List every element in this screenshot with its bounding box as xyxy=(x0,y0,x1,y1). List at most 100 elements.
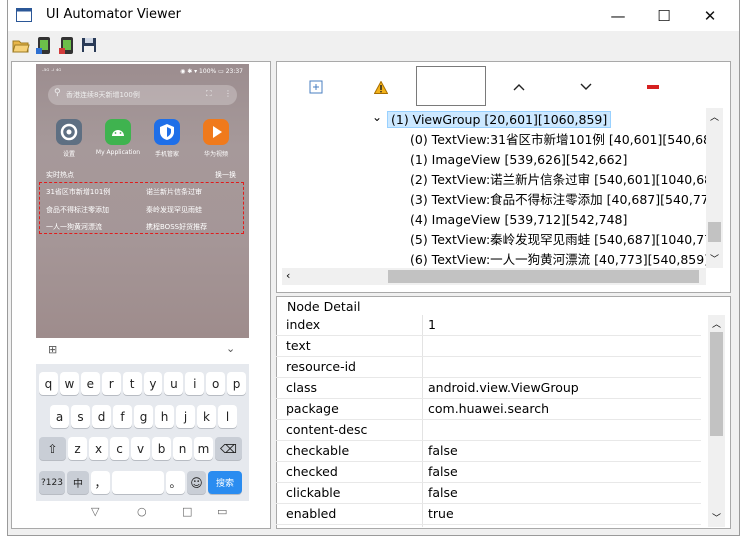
minimize-button[interactable]: — xyxy=(595,0,641,31)
key[interactable]: k xyxy=(197,405,216,428)
key[interactable]: b xyxy=(152,437,171,460)
backspace-key[interactable]: ⌫ xyxy=(215,437,242,460)
tree-node[interactable]: (6) TextView:一人一狗黄河漂流 [40,773][540,859] xyxy=(410,250,706,268)
tree-vertical-scrollbar[interactable]: ︿ ﹀ xyxy=(706,108,723,268)
key[interactable]: y xyxy=(143,372,163,395)
save-icon[interactable] xyxy=(81,37,97,53)
search-key[interactable]: 搜索 xyxy=(208,471,242,494)
grid-menu-icon[interactable]: ⊞ xyxy=(48,343,57,356)
hot-topic-item[interactable]: 携程BOSS好货推荐 xyxy=(146,222,207,232)
key[interactable]: d xyxy=(92,405,111,428)
tree-node-selected[interactable]: (1) ViewGroup [20,601][1060,859] xyxy=(387,110,612,130)
hot-topics-refresh[interactable]: 换一换 xyxy=(215,170,236,180)
key[interactable]: s xyxy=(71,405,90,428)
key[interactable]: j xyxy=(176,405,195,428)
hot-topic-item[interactable]: 诺兰新片信条过审 xyxy=(146,187,202,197)
detail-row[interactable]: class android.view.ViewGroup xyxy=(276,378,701,399)
tree-node[interactable]: (3) TextView:食品不得标注零添加 [40,687][540,773] xyxy=(410,190,706,210)
scroll-up-icon[interactable]: ︿ xyxy=(710,110,719,123)
detail-row[interactable]: clickable false xyxy=(276,483,701,504)
expand-all-icon[interactable] xyxy=(304,75,328,99)
scroll-down-icon[interactable]: ﹀ xyxy=(710,252,719,265)
key[interactable]: m xyxy=(194,437,213,460)
scroll-left-icon[interactable]: ‹ xyxy=(286,269,290,282)
scroll-thumb[interactable] xyxy=(708,222,721,242)
detail-row[interactable]: text xyxy=(276,336,701,357)
nav-back-icon[interactable]: ▽ xyxy=(91,505,99,518)
key[interactable]: g xyxy=(134,405,153,428)
numeric-key[interactable]: ?123 xyxy=(39,471,65,494)
nav-home-icon[interactable]: ○ xyxy=(137,505,147,518)
search-bar[interactable]: ⚲ 香港连续8天新增100例 ⛶ ⋮ xyxy=(48,85,237,105)
my-application-icon[interactable] xyxy=(105,119,131,145)
key[interactable]: c xyxy=(110,437,129,460)
period-key[interactable]: 。 xyxy=(166,471,185,494)
device-screenshot-compressed-icon[interactable] xyxy=(58,36,76,55)
maximize-button[interactable]: ☐ xyxy=(641,0,687,31)
more-icon[interactable]: ⋮ xyxy=(224,89,232,98)
detail-row[interactable]: index 1 xyxy=(276,315,701,336)
language-key[interactable]: 中 xyxy=(67,471,89,494)
key[interactable]: e xyxy=(80,372,100,395)
key[interactable]: t xyxy=(122,372,142,395)
key[interactable]: x xyxy=(89,437,108,460)
remove-icon[interactable] xyxy=(641,75,665,99)
scroll-thumb[interactable] xyxy=(710,332,723,436)
key[interactable]: z xyxy=(68,437,87,460)
tree-node[interactable]: (5) TextView:秦岭发现罕见雨蛙 [540,687][1040,773… xyxy=(410,230,706,250)
scroll-thumb[interactable] xyxy=(388,270,699,283)
tree-node[interactable]: (4) ImageView [539,712][542,748] xyxy=(410,210,627,230)
huawei-video-icon[interactable] xyxy=(203,119,229,145)
key[interactable]: v xyxy=(131,437,150,460)
tree-node[interactable]: (1) ImageView [539,626][542,662] xyxy=(410,150,627,170)
shift-key[interactable]: ⇧ xyxy=(39,437,66,460)
warning-icon[interactable] xyxy=(369,75,393,99)
tree-node[interactable]: (0) TextView:31省区市新增101例 [40,601][540,68… xyxy=(410,130,706,150)
key[interactable]: p xyxy=(227,372,247,395)
key[interactable]: i xyxy=(185,372,205,395)
key[interactable]: n xyxy=(173,437,192,460)
key[interactable]: u xyxy=(164,372,184,395)
settings-app-icon[interactable] xyxy=(56,119,82,145)
device-screenshot-icon[interactable] xyxy=(35,36,53,55)
hot-topic-item[interactable]: 秦岭发现罕见雨蛙 xyxy=(146,205,202,215)
detail-row[interactable]: content-desc xyxy=(276,420,701,441)
hot-topic-item[interactable]: 食品不得标注零添加 xyxy=(46,205,109,215)
detail-row[interactable]: checked false xyxy=(276,462,701,483)
move-up-icon[interactable] xyxy=(507,75,531,99)
comma-key[interactable]: ， xyxy=(91,471,110,494)
detail-row[interactable]: checkable false xyxy=(276,441,701,462)
nav-keyboard-icon[interactable]: ▭ xyxy=(217,505,227,518)
space-key[interactable] xyxy=(112,471,164,494)
scroll-up-icon[interactable]: ︿ xyxy=(712,317,721,330)
toggle-layout-box[interactable] xyxy=(416,66,486,106)
key[interactable]: o xyxy=(206,372,226,395)
key[interactable]: h xyxy=(155,405,174,428)
phone-manager-icon[interactable] xyxy=(154,119,180,145)
nav-recents-icon[interactable]: □ xyxy=(182,505,192,518)
device-screenshot[interactable]: ·⁵ᴳ ·ˡ ⁴ᴳ ◉ ✱ ▾ 100% ▭ 23:37 ⚲ 香港连续8天新增1… xyxy=(36,64,249,525)
move-down-icon[interactable] xyxy=(574,75,598,99)
detail-vertical-scrollbar[interactable]: ︿ ﹀ xyxy=(708,315,725,527)
hide-keyboard-icon[interactable]: ⌄ xyxy=(226,342,235,355)
tree-horizontal-scrollbar[interactable]: ‹ xyxy=(282,268,706,285)
key[interactable]: w xyxy=(59,372,79,395)
detail-row[interactable]: resource-id xyxy=(276,357,701,378)
key[interactable]: q xyxy=(39,372,58,395)
detail-row[interactable]: package com.huawei.search xyxy=(276,399,701,420)
key[interactable]: r xyxy=(101,372,121,395)
open-folder-icon[interactable] xyxy=(12,38,30,54)
scan-icon[interactable]: ⛶ xyxy=(206,89,212,99)
collapse-arrow-icon[interactable]: ⌄ xyxy=(372,110,382,124)
hot-topic-item[interactable]: 一人一狗黄河漂流 xyxy=(46,222,102,232)
key[interactable]: f xyxy=(113,405,132,428)
key[interactable]: a xyxy=(50,405,69,428)
tree-node[interactable]: (2) TextView:诺兰新片信条过审 [540,601][1040,687… xyxy=(410,170,706,190)
detail-row[interactable]: enabled true xyxy=(276,504,701,525)
emoji-key[interactable]: ☺ xyxy=(187,471,206,494)
hot-topic-item[interactable]: 31省区市新增101例 xyxy=(46,187,110,197)
scroll-down-icon[interactable]: ﹀ xyxy=(712,511,721,524)
close-button[interactable]: ✕ xyxy=(687,0,733,31)
key[interactable]: l xyxy=(218,405,237,428)
hierarchy-tree[interactable]: ⌄ (1) ViewGroup [20,601][1060,859] (0) T… xyxy=(282,108,706,268)
